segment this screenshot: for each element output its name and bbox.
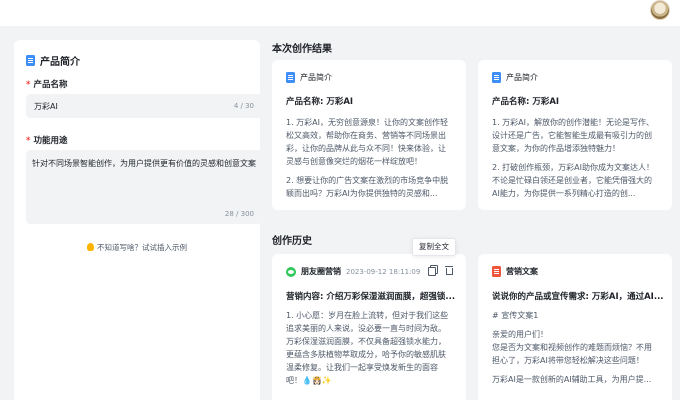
purpose-count: 28 / 300 [224, 210, 254, 218]
avatar[interactable] [650, 0, 670, 20]
card-paragraph: # 宣传文案1 [492, 311, 539, 320]
card-body: 1. 万彩AI，无穷创意源泉！让你的文案创作轻松又高效，帮助你在商务、营销等不同… [286, 116, 452, 206]
card-paragraph: 亲爱的用户们！ 您是否为文案和视频创作的难题而烦恼？不用担心了，万彩AI将带您轻… [492, 330, 652, 365]
card-title: 产品名称: 万彩AI [492, 97, 560, 107]
card-paragraph: 2. 想要让你的广告文案在激烈的市场竞争中脱颖而出吗？万彩AI为你提供独特的灵感… [286, 176, 449, 198]
results-section-title: 本次创作结果 [272, 44, 332, 55]
history-actions [428, 265, 454, 276]
form-header: 产品简介 [26, 53, 80, 68]
document-icon [492, 72, 501, 83]
document-icon [26, 55, 35, 66]
history-card-header: 朋友圈营销 2023-09-12 18:11:09 [286, 266, 420, 277]
card-body: # 宣传文案1 亲爱的用户们！ 您是否为文案和视频创作的难题而烦恼？不用担心了，… [492, 309, 658, 392]
wechat-moments-icon [286, 266, 296, 277]
delete-icon[interactable] [444, 265, 454, 275]
history-time: 2023-09-12 18:11:09 [346, 267, 421, 276]
card-paragraph: ... [286, 395, 294, 400]
form-title: 产品简介 [40, 57, 80, 68]
purpose-label: * 功能用途 [26, 136, 68, 146]
history-card-header: 营销文案 [492, 266, 538, 277]
top-bar [0, 0, 680, 26]
card-paragraph: 万彩AI是一款创新的AI辅助工具，为用户提... [492, 375, 652, 384]
card-paragraph: 1. 小心愿：岁月在脸上流转，但对于我们这些追求美丽的人来说，没必要一直与时间为… [286, 311, 449, 385]
product-intro-form: 产品简介 * 产品名称 万彩AI 4 / 30 * 功能用途 针对不同场景智能创作，… [14, 40, 262, 400]
card-title: 产品名称: 万彩AI [286, 97, 354, 107]
copy-icon[interactable] [428, 265, 438, 276]
document-icon [286, 72, 295, 83]
card-type: 产品简介 [492, 72, 538, 83]
bulb-icon [87, 243, 94, 251]
product-name-value: 万彩AI [34, 102, 58, 111]
history-section-title: 创作历史 [272, 236, 312, 247]
product-name-input[interactable]: 万彩AI 4 / 30 [26, 94, 262, 118]
document-icon [492, 266, 501, 277]
card-title: 营销内容: 介绍万彩保湿滋润面膜，超强锁... [286, 292, 456, 302]
history-card-2: 营销文案 说说你的产品或宣传需求: 万彩AI，通过AI... # 宣传文案1 亲… [478, 254, 672, 400]
product-name-label: * 产品名称 [26, 80, 68, 90]
card-body: 1. 小心愿：岁月在脸上流转，但对于我们这些追求美丽的人来说，没必要一直与时间为… [286, 309, 452, 400]
card-paragraph: 2. 打破创作瓶颈，万彩AI助你成为文案达人！不论是忙碌白领还是创业者，它能凭借… [492, 163, 655, 198]
card-paragraph: 1. 万彩AI，解放你的创作潜能！无论是写作、设计还是广告，它能智能生成最有吸引… [492, 118, 655, 153]
card-body: 1. 万彩AI，解放你的创作潜能！无论是写作、设计还是广告，它能智能生成最有吸引… [492, 116, 658, 206]
card-title: 说说你的产品或宣传需求: 万彩AI，通过AI... [492, 292, 664, 302]
purpose-textarea[interactable]: 针对不同场景智能创作，为用户提供更有价值的灵感和创意文案 28 / 300 [26, 150, 262, 224]
product-name-count: 4 / 30 [233, 102, 254, 110]
hint-text: 不知道写啥？试试插入示例 [97, 243, 187, 252]
history-type: 营销文案 [506, 267, 538, 276]
copy-all-tooltip: 复制全文 [412, 238, 456, 256]
history-type: 朋友圈营销 [301, 267, 341, 276]
result-card-2: 产品简介 产品名称: 万彩AI 1. 万彩AI，解放你的创作潜能！无论是写作、设… [478, 60, 672, 210]
purpose-value: 针对不同场景智能创作，为用户提供更有价值的灵感和创意文案 [32, 159, 256, 168]
card-paragraph: 1. 万彩AI，无穷创意源泉！让你的文案创作轻松又高效，帮助你在商务、营销等不同… [286, 118, 449, 166]
card-type: 产品简介 [286, 72, 332, 83]
result-card-1: 产品简介 产品名称: 万彩AI 1. 万彩AI，无穷创意源泉！让你的文案创作轻松… [272, 60, 466, 210]
history-card-1: 朋友圈营销 2023-09-12 18:11:09 营销内容: 介绍万彩保湿滋润… [272, 254, 466, 400]
insert-example-link[interactable]: 不知道写啥？试试插入示例 [14, 242, 260, 253]
